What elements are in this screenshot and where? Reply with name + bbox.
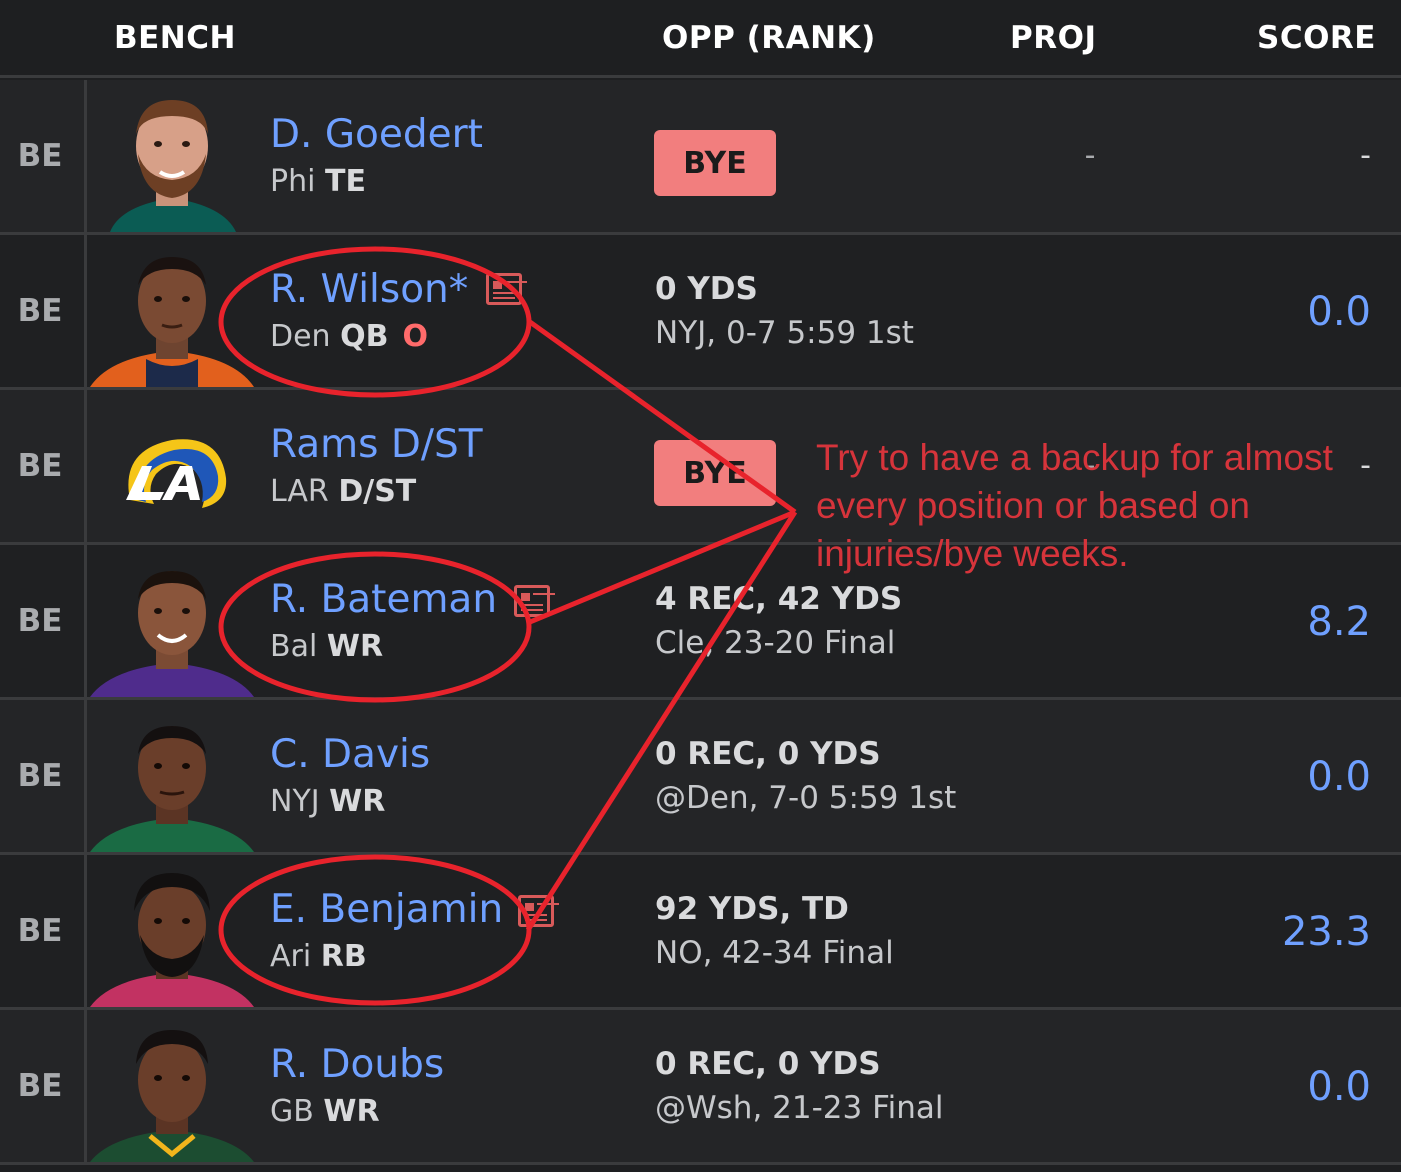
slot-label: BE bbox=[17, 138, 63, 174]
player-name-link[interactable]: R. Wilson* bbox=[270, 267, 468, 312]
slot-label: BE bbox=[17, 913, 63, 949]
team-label: LAR bbox=[270, 474, 329, 509]
team-label: Phi bbox=[270, 164, 316, 199]
team-label: GB bbox=[270, 1094, 314, 1129]
player-name-link[interactable]: R. Bateman bbox=[270, 577, 497, 622]
opponent-game-info[interactable]: Cle, 23-20 Final bbox=[655, 625, 895, 661]
player-team-position: LAR D/ST bbox=[270, 474, 416, 509]
news-icon[interactable] bbox=[486, 273, 522, 305]
team-label: Ari bbox=[270, 939, 312, 974]
score-value[interactable]: 0.0 bbox=[1307, 289, 1371, 335]
slot-cell[interactable]: BE bbox=[0, 545, 87, 697]
column-header-score[interactable]: SCORE bbox=[1257, 20, 1376, 56]
position-label: WR bbox=[323, 1094, 380, 1129]
player-team-position: NYJ WR bbox=[270, 784, 385, 819]
opponent-game-info[interactable]: NO, 42-34 Final bbox=[655, 935, 894, 971]
news-icon[interactable] bbox=[518, 895, 554, 927]
column-header-opp[interactable]: OPP (RANK) bbox=[662, 20, 876, 56]
injury-status-out: O bbox=[402, 319, 429, 354]
opponent-stat-line: 4 REC, 42 YDS bbox=[655, 581, 903, 617]
news-icon[interactable] bbox=[514, 585, 550, 617]
position-label: WR bbox=[329, 784, 386, 819]
position-label: TE bbox=[325, 164, 366, 199]
score-value[interactable]: 0.0 bbox=[1307, 1064, 1371, 1110]
player-name-link[interactable]: E. Benjamin bbox=[270, 887, 503, 932]
player-name-link[interactable]: C. Davis bbox=[270, 732, 430, 777]
score-value[interactable]: 23.3 bbox=[1282, 909, 1371, 955]
bench-table-header: BENCH OPP (RANK) PROJ SCORE bbox=[0, 0, 1401, 78]
table-row: BE C. Davis NYJ WR 0 REC, 0 YDS @Den, 7-… bbox=[0, 700, 1401, 855]
opponent-stat-line: 0 REC, 0 YDS bbox=[655, 1046, 881, 1082]
table-row: BE E. Benjamin Ari RB 92 YDS, TD NO, 42-… bbox=[0, 855, 1401, 1010]
slot-label: BE bbox=[17, 758, 63, 794]
player-team-position: Ari RB bbox=[270, 939, 367, 974]
slot-label: BE bbox=[17, 293, 63, 329]
rams-logo[interactable] bbox=[90, 404, 254, 542]
slot-label: BE bbox=[17, 448, 63, 484]
team-label: Bal bbox=[270, 629, 318, 664]
slot-cell[interactable]: BE bbox=[0, 235, 87, 387]
position-label: RB bbox=[320, 939, 367, 974]
player-team-position: Phi TE bbox=[270, 164, 366, 199]
slot-cell[interactable]: BE bbox=[0, 80, 87, 232]
score-value[interactable]: - bbox=[1360, 138, 1371, 173]
player-team-position: Bal WR bbox=[270, 629, 383, 664]
opponent-game-info[interactable]: @Wsh, 21-23 Final bbox=[655, 1090, 944, 1126]
slot-cell[interactable]: BE bbox=[0, 855, 87, 1007]
projection-value: - bbox=[1084, 138, 1096, 173]
column-header-bench: BENCH bbox=[114, 20, 236, 56]
player-headshot[interactable] bbox=[90, 714, 254, 852]
position-label: D/ST bbox=[338, 474, 417, 509]
player-headshot[interactable] bbox=[90, 559, 254, 697]
slot-cell[interactable]: BE bbox=[0, 1010, 87, 1162]
player-team-position: Den QB O bbox=[270, 319, 428, 354]
score-value[interactable]: 8.2 bbox=[1307, 599, 1371, 645]
player-name-link[interactable]: R. Doubs bbox=[270, 1042, 444, 1087]
player-name-link[interactable]: Rams D/ST bbox=[270, 422, 483, 467]
column-header-proj[interactable]: PROJ bbox=[1010, 20, 1096, 56]
slot-cell[interactable]: BE bbox=[0, 390, 87, 542]
opponent-stat-line: 0 YDS bbox=[655, 271, 758, 307]
player-team-position: GB WR bbox=[270, 1094, 380, 1129]
bye-badge: BYE bbox=[654, 440, 776, 506]
team-label: NYJ bbox=[270, 784, 320, 819]
position-label: QB bbox=[340, 319, 389, 354]
slot-label: BE bbox=[17, 1068, 63, 1104]
slot-cell[interactable]: BE bbox=[0, 700, 87, 852]
slot-label: BE bbox=[17, 603, 63, 639]
team-label: Den bbox=[270, 319, 331, 354]
bye-badge: BYE bbox=[654, 130, 776, 196]
position-label: WR bbox=[326, 629, 384, 664]
opponent-game-info[interactable]: NYJ, 0-7 5:59 1st bbox=[655, 315, 914, 351]
table-row: BE R. Wilson* Den QB O 0 YDS NYJ, 0-7 5:5… bbox=[0, 235, 1401, 390]
player-headshot[interactable] bbox=[90, 869, 254, 1007]
player-name-link[interactable]: D. Goedert bbox=[270, 112, 483, 157]
player-headshot[interactable] bbox=[90, 249, 254, 387]
player-headshot[interactable] bbox=[90, 1024, 254, 1162]
table-row: BE D. Goedert Phi TE BYE - - bbox=[0, 80, 1401, 235]
opponent-stat-line: 0 REC, 0 YDS bbox=[655, 736, 881, 772]
score-value[interactable]: 0.0 bbox=[1307, 754, 1371, 800]
opponent-game-info[interactable]: @Den, 7-0 5:59 1st bbox=[655, 780, 956, 816]
annotation-note: Try to have a backup for almost every po… bbox=[816, 437, 1333, 574]
player-headshot[interactable] bbox=[90, 94, 254, 232]
table-row: BE R. Doubs GB WR 0 REC, 0 YDS @Wsh, 21-… bbox=[0, 1010, 1401, 1165]
opponent-stat-line: 92 YDS, TD bbox=[655, 891, 849, 927]
